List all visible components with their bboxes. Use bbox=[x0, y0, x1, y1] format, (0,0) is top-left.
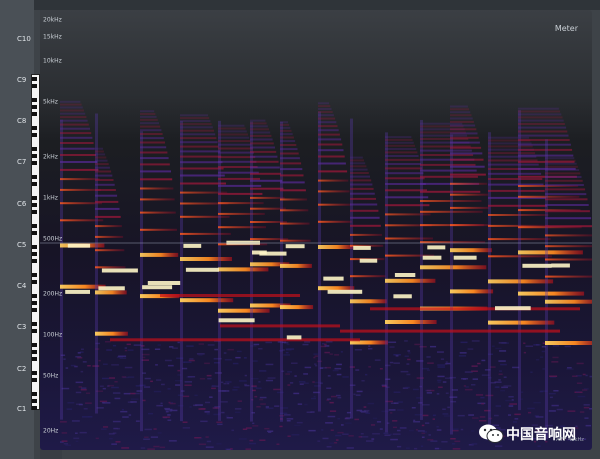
meter-label[interactable]: Meter bbox=[555, 24, 578, 33]
piano-black-key[interactable] bbox=[32, 350, 37, 354]
piano-black-key[interactable] bbox=[32, 231, 37, 235]
piano-black-key[interactable] bbox=[32, 182, 37, 186]
piano-black-key[interactable] bbox=[32, 112, 37, 116]
spectrogram-display[interactable]: Meter bbox=[40, 10, 592, 450]
note-label-c5: C5 bbox=[17, 240, 27, 249]
piano-black-key[interactable] bbox=[32, 84, 37, 88]
piano-black-key[interactable] bbox=[32, 259, 37, 263]
piano-black-key[interactable] bbox=[32, 224, 37, 228]
piano-black-key[interactable] bbox=[32, 126, 37, 130]
piano-black-key[interactable] bbox=[32, 154, 37, 158]
note-label-c9: C9 bbox=[17, 75, 27, 84]
piano-black-key[interactable] bbox=[32, 273, 37, 277]
freq-label: 200Hz bbox=[43, 290, 63, 298]
note-label-c3: C3 bbox=[17, 323, 27, 332]
piano-black-key[interactable] bbox=[32, 105, 37, 109]
note-label-c7: C7 bbox=[17, 158, 27, 167]
piano-black-key[interactable] bbox=[32, 406, 37, 410]
freq-label: 5kHz bbox=[43, 98, 58, 106]
piano-black-key[interactable] bbox=[32, 294, 37, 298]
piano-keyboard[interactable] bbox=[31, 74, 40, 410]
waveform-strip bbox=[0, 0, 600, 10]
piano-black-key[interactable] bbox=[32, 161, 37, 165]
piano-black-key[interactable] bbox=[32, 322, 37, 326]
piano-black-key[interactable] bbox=[32, 343, 37, 347]
note-label-c4: C4 bbox=[17, 281, 27, 290]
piano-black-key[interactable] bbox=[32, 252, 37, 256]
piano-black-key[interactable] bbox=[32, 210, 37, 214]
piano-black-key[interactable] bbox=[32, 357, 37, 361]
freq-label: 100Hz bbox=[43, 331, 63, 339]
piano-black-key[interactable] bbox=[32, 203, 37, 207]
piano-black-key[interactable] bbox=[32, 378, 37, 382]
note-ruler bbox=[0, 0, 34, 459]
note-label-c10: C10 bbox=[17, 34, 31, 43]
piano-black-key[interactable] bbox=[32, 175, 37, 179]
freq-label: 20Hz bbox=[43, 427, 59, 435]
wechat-icon bbox=[479, 424, 504, 443]
sample-info: AIFF 48kHz bbox=[556, 437, 584, 443]
freq-label: 50Hz bbox=[43, 372, 59, 380]
note-label-c6: C6 bbox=[17, 199, 27, 208]
piano-black-key[interactable] bbox=[32, 329, 37, 333]
piano-black-key[interactable] bbox=[32, 392, 37, 396]
freq-label: 10kHz bbox=[43, 57, 62, 65]
note-label-c8: C8 bbox=[17, 117, 27, 126]
piano-black-key[interactable] bbox=[32, 280, 37, 284]
piano-black-key[interactable] bbox=[32, 147, 37, 151]
piano-black-key[interactable] bbox=[32, 308, 37, 312]
piano-black-key[interactable] bbox=[32, 371, 37, 375]
freq-label: 500Hz bbox=[43, 235, 63, 243]
piano-black-key[interactable] bbox=[32, 399, 37, 403]
freq-label: 15kHz bbox=[43, 33, 62, 41]
spectrogram-plot bbox=[40, 100, 592, 450]
watermark: 中国音响网 bbox=[474, 418, 598, 452]
freq-label: 1kHz bbox=[43, 194, 58, 202]
piano-black-key[interactable] bbox=[32, 77, 37, 81]
freq-label: 20kHz bbox=[43, 16, 62, 24]
piano-black-key[interactable] bbox=[32, 133, 37, 137]
piano-black-key[interactable] bbox=[32, 98, 37, 102]
note-label-c1: C1 bbox=[17, 405, 27, 414]
freq-label: 2kHz bbox=[43, 153, 58, 161]
note-label-c2: C2 bbox=[17, 364, 27, 373]
spectrum-analyzer-window: Meter 中国音响网 AIFF 48kHz C10 C9 C8 C7 C6 C5 C4 C3… bbox=[0, 0, 600, 459]
piano-black-key[interactable] bbox=[32, 301, 37, 305]
piano-black-key[interactable] bbox=[32, 196, 37, 200]
piano-black-key[interactable] bbox=[32, 245, 37, 249]
